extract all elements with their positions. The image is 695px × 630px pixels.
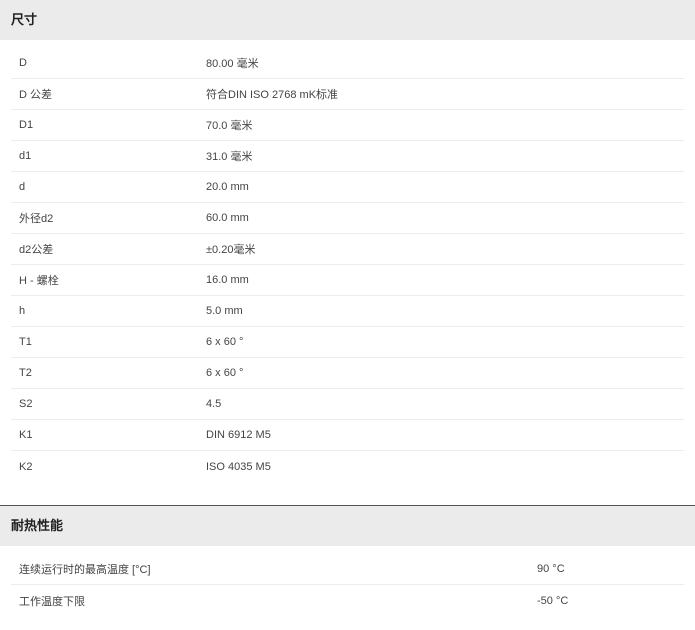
spec-value: 70.0 毫米 — [206, 120, 253, 132]
spec-row-d: D 80.00 毫米 — [11, 48, 684, 79]
spec-row-d1-upper: D1 70.0 毫米 — [11, 110, 684, 141]
spec-row-min-temp: 工作温度下限 -50 °C — [11, 585, 684, 616]
spec-row-s2: S2 4.5 — [11, 389, 684, 420]
spec-value: 5.0 mm — [206, 305, 243, 317]
spec-row-outer-d2: 外径d2 60.0 mm — [11, 203, 684, 234]
spec-label: D 公差 — [19, 89, 52, 101]
spec-value: 符合DIN ISO 2768 mK标准 — [206, 89, 339, 101]
spec-label: d1 — [19, 150, 32, 162]
spec-value: 60.0 mm — [206, 212, 249, 224]
spec-label: K1 — [19, 429, 33, 441]
spec-value: 90 °C — [537, 563, 565, 575]
spec-row-d-small: d 20.0 mm — [11, 172, 684, 203]
spec-label: H - 螺栓 — [19, 275, 59, 287]
spec-value: 31.0 毫米 — [206, 151, 253, 163]
spec-row-k1: K1 DIN 6912 M5 — [11, 420, 684, 451]
spec-value: 6 x 60 ° — [206, 367, 244, 379]
spec-value: -50 °C — [537, 594, 569, 607]
spec-row-d2-tolerance: d2公差 ±0.20毫米 — [11, 234, 684, 265]
spec-label: D — [19, 57, 27, 69]
spec-row-k2: K2 ISO 4035 M5 — [11, 451, 684, 482]
spec-value: 4.5 — [206, 398, 222, 410]
spec-value: ISO 4035 M5 — [206, 460, 271, 473]
spec-value: 16.0 mm — [206, 274, 249, 286]
dimensions-table: D 80.00 毫米 D 公差 符合DIN ISO 2768 mK标准 D1 7… — [11, 48, 684, 482]
spec-row-t2: T2 6 x 60 ° — [11, 358, 684, 389]
spec-row-d-tolerance: D 公差 符合DIN ISO 2768 mK标准 — [11, 79, 684, 110]
spec-label: 外径d2 — [19, 213, 54, 225]
spec-row-d1-lower: d1 31.0 毫米 — [11, 141, 684, 172]
spec-label: 连续运行时的最高温度 [°C] — [19, 564, 151, 576]
dimensions-section: 尺寸 D 80.00 毫米 D 公差 符合DIN ISO 2768 mK标准 D… — [0, 0, 695, 505]
spec-value: 80.00 毫米 — [206, 58, 259, 70]
spec-value: ±0.20毫米 — [206, 244, 256, 256]
spec-value: DIN 6912 M5 — [206, 429, 271, 441]
heat-resistance-section-title: 耐热性能 — [0, 506, 695, 546]
spec-label: K2 — [19, 460, 33, 473]
spec-row-t1: T1 6 x 60 ° — [11, 327, 684, 358]
spec-row-max-temp: 连续运行时的最高温度 [°C] 90 °C — [11, 554, 684, 585]
spec-row-h: h 5.0 mm — [11, 296, 684, 327]
spec-label: d — [19, 181, 26, 193]
spec-value: 20.0 mm — [206, 181, 249, 193]
spec-label: S2 — [19, 398, 33, 410]
spec-label: 工作温度下限 — [19, 595, 85, 608]
spec-label: D1 — [19, 119, 34, 131]
spec-label: T2 — [19, 367, 32, 379]
spec-label: d2公差 — [19, 244, 54, 256]
spec-value: 6 x 60 ° — [206, 336, 244, 348]
spec-label: h — [19, 305, 26, 317]
spec-label: T1 — [19, 336, 32, 348]
heat-resistance-table: 连续运行时的最高温度 [°C] 90 °C 工作温度下限 -50 °C — [11, 554, 684, 616]
spec-row-h-bolt: H - 螺栓 16.0 mm — [11, 265, 684, 296]
heat-resistance-section: 耐热性能 连续运行时的最高温度 [°C] 90 °C 工作温度下限 -50 °C — [0, 506, 695, 616]
dimensions-section-title: 尺寸 — [0, 0, 695, 40]
